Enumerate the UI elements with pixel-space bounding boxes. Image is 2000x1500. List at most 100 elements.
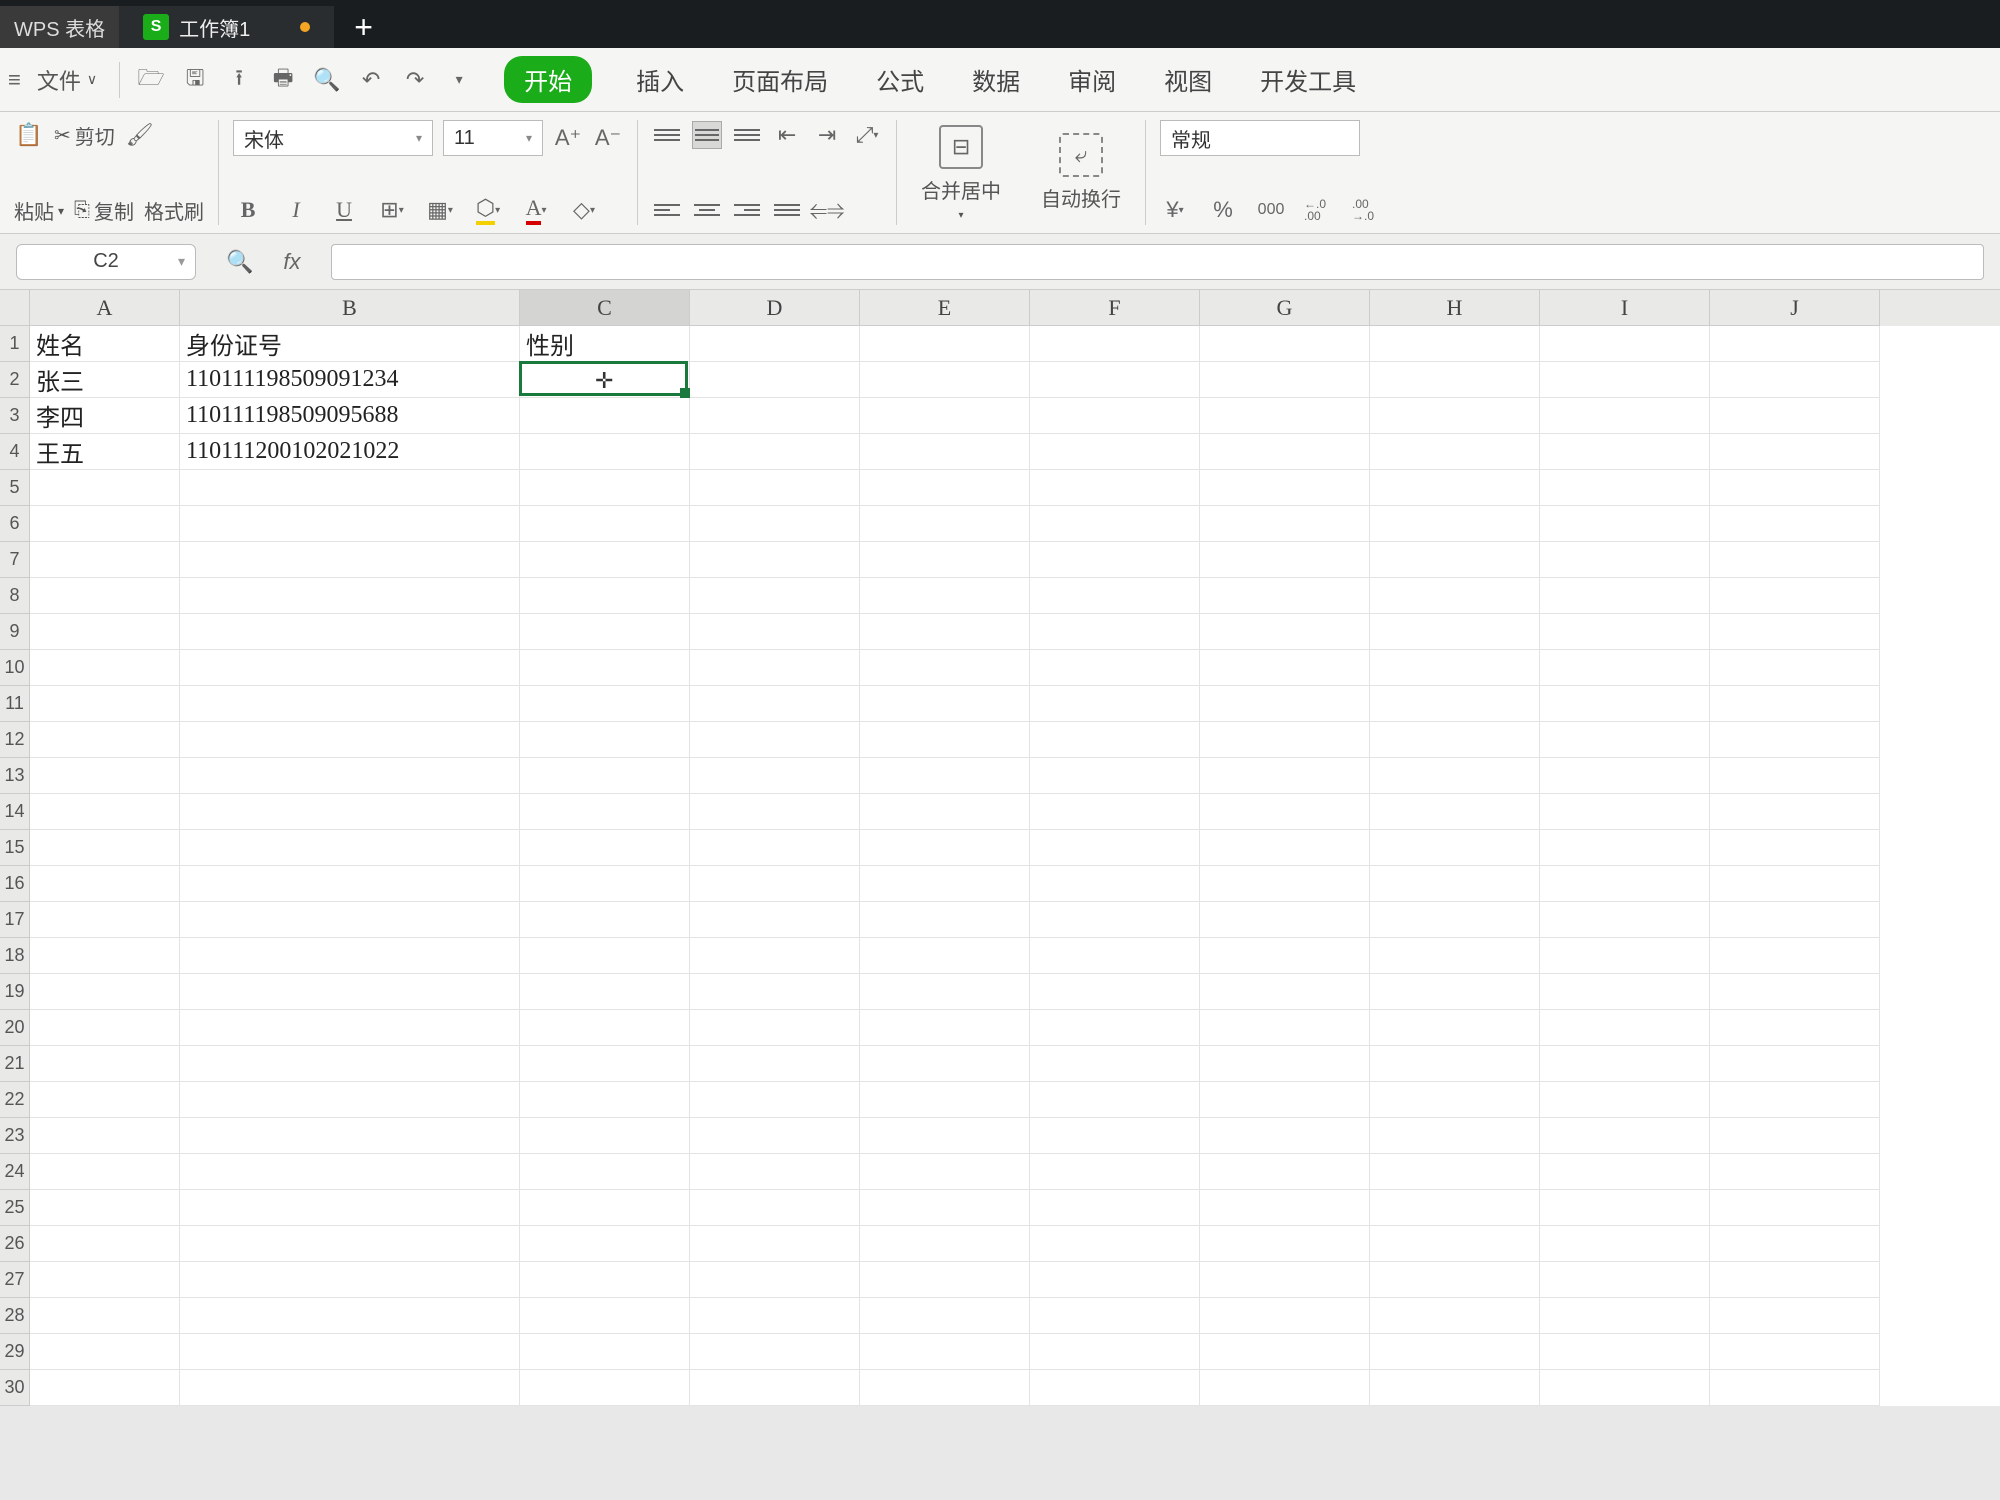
col-header-J[interactable]: J bbox=[1710, 290, 1880, 326]
print-icon[interactable]: 🖶 bbox=[264, 61, 302, 99]
format-painter-icon[interactable]: 🖌 bbox=[125, 120, 155, 150]
cell-B11[interactable] bbox=[180, 686, 520, 722]
cell-G19[interactable] bbox=[1200, 974, 1370, 1010]
cell-I23[interactable] bbox=[1540, 1118, 1710, 1154]
cell-A19[interactable] bbox=[30, 974, 180, 1010]
cell-J14[interactable] bbox=[1710, 794, 1880, 830]
cell-C15[interactable] bbox=[520, 830, 690, 866]
cell-H24[interactable] bbox=[1370, 1154, 1540, 1190]
cell-C18[interactable] bbox=[520, 938, 690, 974]
font-size-select[interactable]: 11▾ bbox=[443, 120, 543, 156]
cell-A27[interactable] bbox=[30, 1262, 180, 1298]
cell-G27[interactable] bbox=[1200, 1262, 1370, 1298]
cell-E3[interactable] bbox=[860, 398, 1030, 434]
cell-B14[interactable] bbox=[180, 794, 520, 830]
align-left-icon[interactable] bbox=[652, 196, 682, 224]
cell-H8[interactable] bbox=[1370, 578, 1540, 614]
cell-F27[interactable] bbox=[1030, 1262, 1200, 1298]
formula-input[interactable] bbox=[331, 244, 1984, 280]
cell-C9[interactable] bbox=[520, 614, 690, 650]
cell-D7[interactable] bbox=[690, 542, 860, 578]
cell-H19[interactable] bbox=[1370, 974, 1540, 1010]
cell-B25[interactable] bbox=[180, 1190, 520, 1226]
cut-button[interactable]: ✂ 剪切 bbox=[54, 121, 115, 150]
cell-A24[interactable] bbox=[30, 1154, 180, 1190]
format-painter-button[interactable]: 格式刷 bbox=[144, 196, 204, 225]
cell-E20[interactable] bbox=[860, 1010, 1030, 1046]
cell-H2[interactable] bbox=[1370, 362, 1540, 398]
cell-F29[interactable] bbox=[1030, 1334, 1200, 1370]
cell-I9[interactable] bbox=[1540, 614, 1710, 650]
row-header-10[interactable]: 10 bbox=[0, 650, 30, 686]
cell-D13[interactable] bbox=[690, 758, 860, 794]
cell-J29[interactable] bbox=[1710, 1334, 1880, 1370]
row-header-16[interactable]: 16 bbox=[0, 866, 30, 902]
cell-C28[interactable] bbox=[520, 1298, 690, 1334]
cell-B23[interactable] bbox=[180, 1118, 520, 1154]
cell-A4[interactable]: 王五 bbox=[30, 434, 180, 470]
increase-indent-icon[interactable]: ⇥ bbox=[812, 120, 842, 150]
cell-G5[interactable] bbox=[1200, 470, 1370, 506]
underline-icon[interactable]: U bbox=[329, 195, 359, 225]
cell-G10[interactable] bbox=[1200, 650, 1370, 686]
percent-icon[interactable]: % bbox=[1208, 195, 1238, 225]
row-header-9[interactable]: 9 bbox=[0, 614, 30, 650]
cell-A22[interactable] bbox=[30, 1082, 180, 1118]
cell-H26[interactable] bbox=[1370, 1226, 1540, 1262]
cell-C22[interactable] bbox=[520, 1082, 690, 1118]
cell-H1[interactable] bbox=[1370, 326, 1540, 362]
cell-F18[interactable] bbox=[1030, 938, 1200, 974]
cell-H5[interactable] bbox=[1370, 470, 1540, 506]
cell-I19[interactable] bbox=[1540, 974, 1710, 1010]
cell-H30[interactable] bbox=[1370, 1370, 1540, 1406]
cell-I28[interactable] bbox=[1540, 1298, 1710, 1334]
row-header-4[interactable]: 4 bbox=[0, 434, 30, 470]
cell-G11[interactable] bbox=[1200, 686, 1370, 722]
row-header-7[interactable]: 7 bbox=[0, 542, 30, 578]
cell-F11[interactable] bbox=[1030, 686, 1200, 722]
cell-D14[interactable] bbox=[690, 794, 860, 830]
row-header-3[interactable]: 3 bbox=[0, 398, 30, 434]
cell-B4[interactable]: 110111200102021022 bbox=[180, 434, 520, 470]
cell-G8[interactable] bbox=[1200, 578, 1370, 614]
cell-H9[interactable] bbox=[1370, 614, 1540, 650]
font-name-select[interactable]: 宋体▾ bbox=[233, 120, 433, 156]
row-header-29[interactable]: 29 bbox=[0, 1334, 30, 1370]
cell-F7[interactable] bbox=[1030, 542, 1200, 578]
cell-J7[interactable] bbox=[1710, 542, 1880, 578]
cell-E24[interactable] bbox=[860, 1154, 1030, 1190]
cell-D5[interactable] bbox=[690, 470, 860, 506]
cell-F28[interactable] bbox=[1030, 1298, 1200, 1334]
cell-G29[interactable] bbox=[1200, 1334, 1370, 1370]
cell-I3[interactable] bbox=[1540, 398, 1710, 434]
cell-I18[interactable] bbox=[1540, 938, 1710, 974]
row-header-19[interactable]: 19 bbox=[0, 974, 30, 1010]
cell-B1[interactable]: 身份证号 bbox=[180, 326, 520, 362]
cell-D1[interactable] bbox=[690, 326, 860, 362]
tab-page-layout[interactable]: 页面布局 bbox=[728, 56, 832, 103]
cell-E22[interactable] bbox=[860, 1082, 1030, 1118]
cell-B30[interactable] bbox=[180, 1370, 520, 1406]
col-header-A[interactable]: A bbox=[30, 290, 180, 326]
cell-C30[interactable] bbox=[520, 1370, 690, 1406]
row-header-24[interactable]: 24 bbox=[0, 1154, 30, 1190]
cell-E25[interactable] bbox=[860, 1190, 1030, 1226]
cell-E7[interactable] bbox=[860, 542, 1030, 578]
cell-D25[interactable] bbox=[690, 1190, 860, 1226]
cell-B19[interactable] bbox=[180, 974, 520, 1010]
cell-C17[interactable] bbox=[520, 902, 690, 938]
cell-B27[interactable] bbox=[180, 1262, 520, 1298]
cell-E12[interactable] bbox=[860, 722, 1030, 758]
cell-J27[interactable] bbox=[1710, 1262, 1880, 1298]
cell-B26[interactable] bbox=[180, 1226, 520, 1262]
cell-J3[interactable] bbox=[1710, 398, 1880, 434]
cell-A16[interactable] bbox=[30, 866, 180, 902]
cell-F1[interactable] bbox=[1030, 326, 1200, 362]
cell-H15[interactable] bbox=[1370, 830, 1540, 866]
cell-D3[interactable] bbox=[690, 398, 860, 434]
italic-icon[interactable]: I bbox=[281, 195, 311, 225]
cell-H25[interactable] bbox=[1370, 1190, 1540, 1226]
decrease-decimal-icon[interactable]: .00 →.0 bbox=[1352, 195, 1382, 225]
cell-A2[interactable]: 张三 bbox=[30, 362, 180, 398]
cell-C27[interactable] bbox=[520, 1262, 690, 1298]
